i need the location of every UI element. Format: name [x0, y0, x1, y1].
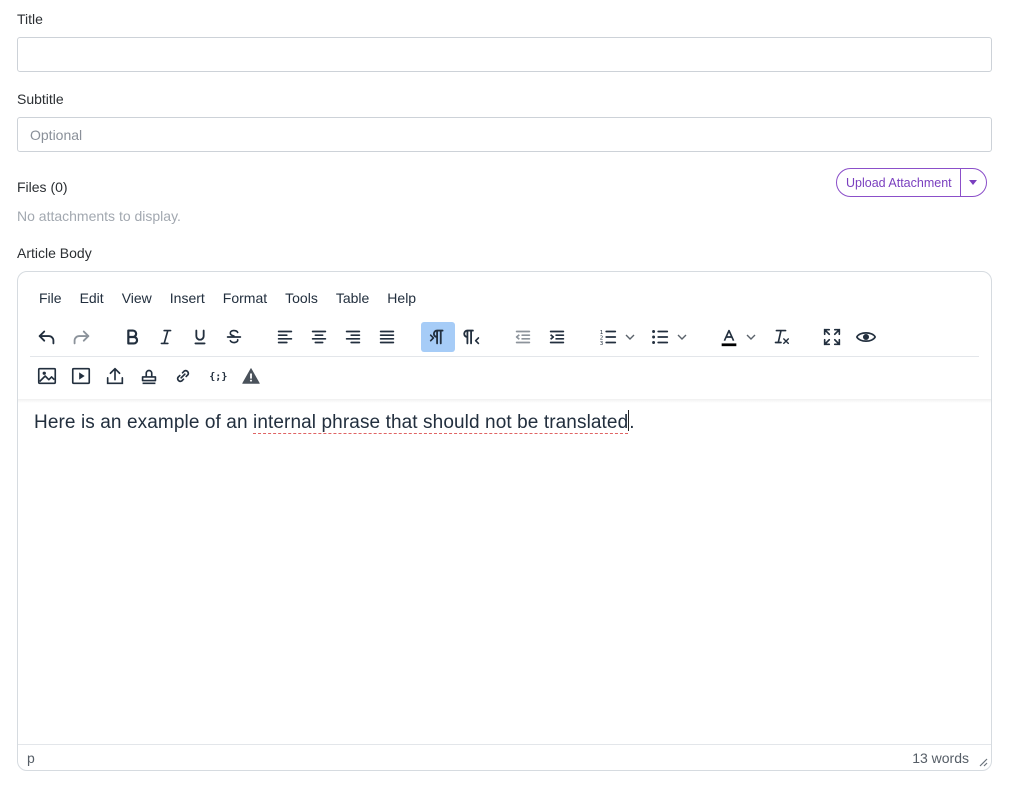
undo-icon: [38, 330, 55, 345]
align-center-icon: [311, 330, 327, 344]
resize-handle-icon[interactable]: [978, 757, 988, 767]
redo-icon: [73, 330, 90, 345]
upload-attachment-group: Upload Attachment: [836, 168, 987, 197]
bullet-list-button[interactable]: [643, 322, 695, 352]
caret-down-icon: [969, 180, 978, 185]
rich-text-editor: File Edit View Insert Format Tools Table…: [17, 271, 992, 771]
clear-formatting-icon: [774, 329, 790, 345]
files-label: Files (0): [17, 179, 68, 195]
align-right-button[interactable]: [336, 322, 370, 352]
insert-link-button[interactable]: [166, 361, 200, 391]
menu-edit[interactable]: Edit: [71, 288, 113, 308]
text-color-button[interactable]: [712, 322, 764, 352]
align-left-button[interactable]: [268, 322, 302, 352]
fullscreen-icon: [823, 328, 841, 346]
italic-button[interactable]: [149, 322, 183, 352]
redo-button[interactable]: [64, 322, 98, 352]
upload-attachment-button[interactable]: Upload Attachment: [837, 169, 961, 196]
indent-icon: [549, 330, 565, 344]
title-input[interactable]: [17, 37, 992, 72]
editor-menubar: File Edit View Insert Format Tools Table…: [30, 288, 425, 308]
strikethrough-button[interactable]: [217, 322, 251, 352]
upload-icon: [106, 367, 124, 385]
media-icon: [71, 367, 91, 385]
chevron-down-icon: [746, 334, 756, 340]
ltr-icon: [429, 329, 444, 345]
element-path[interactable]: p: [27, 750, 35, 766]
menu-file[interactable]: File: [30, 288, 71, 308]
rtl-button[interactable]: [455, 322, 489, 352]
chevron-down-icon: [677, 334, 687, 340]
code-braces-icon: {;}: [209, 372, 227, 383]
strikethrough-icon: [226, 329, 242, 344]
toolbar-divider: [30, 356, 979, 357]
files-empty-text: No attachments to display.: [17, 208, 181, 224]
bullet-list-icon: [652, 330, 669, 344]
title-label: Title: [17, 11, 43, 27]
warning-button[interactable]: [234, 361, 268, 391]
text-color-icon: [721, 329, 737, 347]
numbered-list-button[interactable]: 123: [591, 322, 643, 352]
insert-image-button[interactable]: [30, 361, 64, 391]
subtitle-label: Subtitle: [17, 91, 64, 107]
preview-icon: [855, 332, 877, 342]
content-text-after: .: [629, 412, 635, 433]
subtitle-input[interactable]: [17, 117, 992, 152]
align-center-button[interactable]: [302, 322, 336, 352]
menu-table[interactable]: Table: [327, 288, 378, 308]
menu-format[interactable]: Format: [214, 288, 276, 308]
chevron-down-icon: [625, 334, 635, 340]
ltr-button[interactable]: [421, 322, 455, 352]
align-left-icon: [277, 330, 293, 344]
stamp-button[interactable]: [132, 361, 166, 391]
editor-statusbar: p 13 words: [18, 744, 991, 770]
italic-icon: [160, 329, 172, 345]
bold-button[interactable]: [115, 322, 149, 352]
align-justify-button[interactable]: [370, 322, 404, 352]
upload-file-button[interactable]: [98, 361, 132, 391]
numbered-list-icon: 123: [600, 330, 617, 347]
upload-options-button[interactable]: [961, 169, 986, 196]
editor-toolbar-secondary: {;}: [30, 361, 268, 391]
image-icon: [37, 367, 57, 385]
underline-icon: [194, 329, 206, 345]
align-right-icon: [345, 330, 361, 344]
bold-icon: [127, 329, 139, 345]
internal-phrase: internal phrase that should not be trans…: [253, 412, 629, 434]
menu-view[interactable]: View: [113, 288, 161, 308]
outdent-button[interactable]: [506, 322, 540, 352]
align-justify-icon: [379, 330, 395, 344]
code-braces-button[interactable]: {;}: [200, 361, 234, 391]
svg-text:{;}: {;}: [209, 372, 227, 383]
menu-insert[interactable]: Insert: [161, 288, 214, 308]
link-icon: [176, 369, 190, 383]
underline-button[interactable]: [183, 322, 217, 352]
toolbar-shadow: [18, 399, 991, 403]
insert-media-button[interactable]: [64, 361, 98, 391]
svg-text:3: 3: [600, 341, 604, 347]
editor-toolbar-primary: 123: [30, 322, 883, 352]
clear-formatting-button[interactable]: [764, 322, 798, 352]
indent-button[interactable]: [540, 322, 574, 352]
word-count[interactable]: 13 words: [912, 750, 969, 766]
fullscreen-button[interactable]: [815, 322, 849, 352]
content-text-before: Here is an example of an: [34, 412, 254, 433]
preview-button[interactable]: [849, 322, 883, 352]
menu-tools[interactable]: Tools: [276, 288, 327, 308]
outdent-icon: [515, 330, 531, 344]
stamp-icon: [141, 369, 157, 385]
menu-help[interactable]: Help: [378, 288, 425, 308]
warning-icon: [242, 368, 260, 384]
editor-content[interactable]: Here is an example of an internal phrase…: [34, 410, 635, 434]
rtl-icon: [463, 329, 480, 345]
undo-button[interactable]: [30, 322, 64, 352]
article-body-label: Article Body: [17, 245, 92, 261]
